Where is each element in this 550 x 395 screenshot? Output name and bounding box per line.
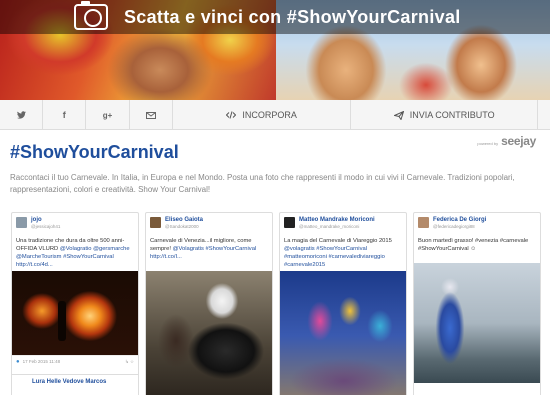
code-icon — [226, 111, 237, 119]
facebook-icon: f — [62, 110, 66, 120]
avatar — [150, 217, 161, 228]
card-footer: ● 17 Feb 2015 11:48 ↳ ☆ — [12, 355, 138, 367]
powered-by[interactable]: powered by seejay — [477, 134, 536, 148]
avatar — [16, 217, 27, 228]
user-name[interactable]: Federica De Giorgi — [433, 217, 486, 224]
post-text-main: La magia del Carnevale di Viareggio 2015 — [284, 238, 392, 244]
description: Raccontaci il tuo Carnevale. In Italia, … — [10, 173, 515, 194]
avatar — [418, 217, 429, 228]
page: Scatta e vinci con #ShowYourCarnival f g… — [0, 0, 550, 395]
share-toolbar: f g+ INCORPORA INVIA CONTRIBUTO — [0, 100, 550, 130]
hero-title-band: Scatta e vinci con #ShowYourCarnival — [0, 0, 550, 34]
post-card[interactable]: jojo @jessicajoh41 Una tradizione che du… — [11, 212, 139, 377]
post-card[interactable]: Eliseo Gaiota @Sandokat2000 Carnevale di… — [145, 212, 273, 395]
user-handle: @Sandokat2000 — [165, 224, 199, 229]
embed-button[interactable]: INCORPORA — [173, 100, 352, 130]
embed-label: INCORPORA — [242, 110, 297, 120]
post-photo-bonfire[interactable] — [12, 271, 138, 355]
user-handle: @federicadegiorgi88 — [433, 224, 475, 229]
powered-by-label: powered by — [477, 141, 499, 146]
twitter-icon: ● — [16, 358, 20, 365]
card-header: jojo @jessicajoh41 — [12, 213, 138, 235]
hero-banner: Scatta e vinci con #ShowYourCarnival — [0, 0, 550, 100]
post-photo-viareggio-parade[interactable] — [280, 271, 406, 395]
post-card[interactable]: Federica De Giorgi @federicadegiorgi88 B… — [413, 212, 541, 395]
card-header: Matteo Mandrake Moriconi @matteo_mandrak… — [280, 213, 406, 235]
seejay-logo: seejay — [501, 134, 536, 148]
post-text: Carnevale di Venezia...il migliore, come… — [146, 235, 272, 271]
card-grid: jojo @jessicajoh41 Una tradizione che du… — [11, 212, 541, 395]
post-card[interactable]: Matteo Mandrake Moriconi @matteo_mandrak… — [279, 212, 407, 395]
post-text-links[interactable]: @volagratis #ShowYourCarnival #matteomor… — [284, 246, 385, 268]
post-card[interactable]: Lura Helle Vedove Marcos — [11, 374, 139, 395]
silhouette — [58, 301, 66, 341]
google-plus-share-button[interactable]: g+ — [86, 100, 130, 130]
user-handle: @jessicajoh41 — [31, 224, 61, 229]
camera-icon — [74, 1, 108, 30]
user-name[interactable]: Lura Helle Vedove Marcos — [12, 375, 138, 386]
twitter-share-button[interactable] — [0, 100, 44, 130]
send-contribution-button[interactable]: INVIA CONTRIBUTO — [351, 100, 538, 130]
card-header: Federica De Giorgi @federicadegiorgi88 — [414, 213, 540, 235]
send-icon — [393, 110, 404, 120]
user-name[interactable]: Eliseo Gaiota — [165, 217, 203, 224]
avatar — [284, 217, 295, 228]
share-actions[interactable]: ↳ ☆ — [125, 359, 134, 365]
post-photo-venice-mask[interactable] — [146, 271, 272, 395]
user-name[interactable]: Matteo Mandrake Moriconi — [299, 217, 375, 224]
hashtag-title: #ShowYourCarnival — [10, 142, 179, 162]
post-text: La magia del Carnevale di Viareggio 2015… — [280, 235, 406, 271]
email-icon — [145, 111, 156, 119]
facebook-share-button[interactable]: f — [43, 100, 87, 130]
post-text-main: Buon martedì grasso! #venezia #carnevale… — [418, 238, 529, 252]
twitter-icon — [16, 111, 26, 119]
post-text: Una tradizione che dura da oltre 500 ann… — [12, 235, 138, 271]
hero-title: Scatta e vinci con #ShowYourCarnival — [124, 6, 461, 27]
post-date: 17 Feb 2015 11:48 — [22, 359, 61, 364]
card-header: Eliseo Gaiota @Sandokat2000 — [146, 213, 272, 235]
post-photo-venice-canal[interactable] — [414, 263, 540, 383]
user-name[interactable]: jojo — [31, 217, 60, 224]
main-content: powered by seejay #ShowYourCarnival Racc… — [0, 130, 550, 395]
google-plus-icon: g+ — [102, 110, 113, 120]
user-handle: @matteo_mandrake_moriconi — [299, 224, 360, 229]
email-share-button[interactable] — [130, 100, 173, 130]
send-label: INVIA CONTRIBUTO — [409, 110, 495, 120]
